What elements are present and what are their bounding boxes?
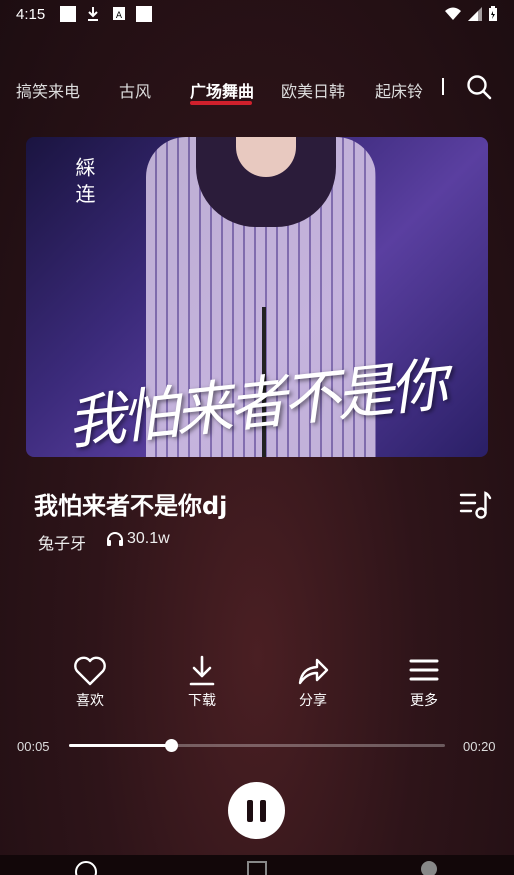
tab-ancient-style[interactable]: 古风 xyxy=(119,78,151,102)
share-label: 分享 xyxy=(299,693,327,709)
playlist-icon[interactable] xyxy=(458,488,492,522)
progress-fill xyxy=(69,744,171,747)
category-tabs: 搞笑来电 古风 广场舞曲 欧美日韩 起床铃 xyxy=(0,70,514,110)
tab-western-asian[interactable]: 欧美日韩 xyxy=(281,78,345,102)
share-icon xyxy=(298,658,329,685)
heart-icon xyxy=(74,656,106,686)
share-button[interactable]: 分享 xyxy=(283,654,343,710)
play-count-value: 30.1w xyxy=(127,530,170,547)
bottom-nav xyxy=(0,855,514,875)
search-icon[interactable] xyxy=(466,74,492,100)
active-tab-indicator xyxy=(190,101,252,105)
download-status-icon xyxy=(88,7,98,21)
status-bar: 4:15 A xyxy=(0,0,514,30)
progress-thumb[interactable] xyxy=(164,739,178,752)
tab-funny-ringtone[interactable]: 搞笑来电 xyxy=(16,78,80,102)
tab-alarm[interactable]: 起床铃 xyxy=(375,78,423,102)
pause-icon-bar-left xyxy=(247,800,253,822)
tab-divider xyxy=(442,78,444,95)
svg-text:A: A xyxy=(116,11,123,21)
tab-square-dance[interactable]: 广场舞曲 xyxy=(190,78,254,102)
album-cover: 綵 连 我怕来者不是你 xyxy=(26,137,488,457)
like-button[interactable]: 喜欢 xyxy=(60,654,120,710)
cover-vertical-text: 綵 连 xyxy=(72,157,96,204)
play-count: 30.1w xyxy=(106,530,170,548)
library-nav-icon[interactable] xyxy=(246,860,268,875)
wifi-icon xyxy=(445,7,461,20)
song-title: 我怕来者不是你dj xyxy=(34,492,228,520)
action-bar: 喜欢 下载 分享 更多 xyxy=(0,654,514,714)
artist-name[interactable]: 兔子牙 xyxy=(38,530,86,554)
notification-square-icon xyxy=(60,6,76,22)
status-time: 4:15 xyxy=(16,6,46,23)
more-button[interactable]: 更多 xyxy=(394,654,454,710)
music-nav-icon[interactable] xyxy=(74,860,98,875)
pause-icon-bar-right xyxy=(260,800,266,822)
menu-icon xyxy=(409,659,439,681)
progress-slider[interactable] xyxy=(69,739,445,752)
download-button[interactable]: 下载 xyxy=(172,654,232,710)
total-time: 00:20 xyxy=(463,739,496,754)
like-label: 喜欢 xyxy=(76,693,104,709)
notification-square-icon-2 xyxy=(136,6,152,22)
download-icon xyxy=(189,655,215,686)
download-label: 下载 xyxy=(188,693,216,709)
more-label: 更多 xyxy=(410,693,438,709)
current-time: 00:05 xyxy=(17,739,50,754)
pause-button[interactable] xyxy=(228,782,285,839)
status-right xyxy=(444,6,498,22)
profile-nav-icon[interactable] xyxy=(420,860,438,875)
app-status-icon: A xyxy=(113,7,125,21)
signal-icon xyxy=(468,7,482,21)
battery-icon xyxy=(489,6,497,21)
headphones-icon xyxy=(107,532,123,546)
